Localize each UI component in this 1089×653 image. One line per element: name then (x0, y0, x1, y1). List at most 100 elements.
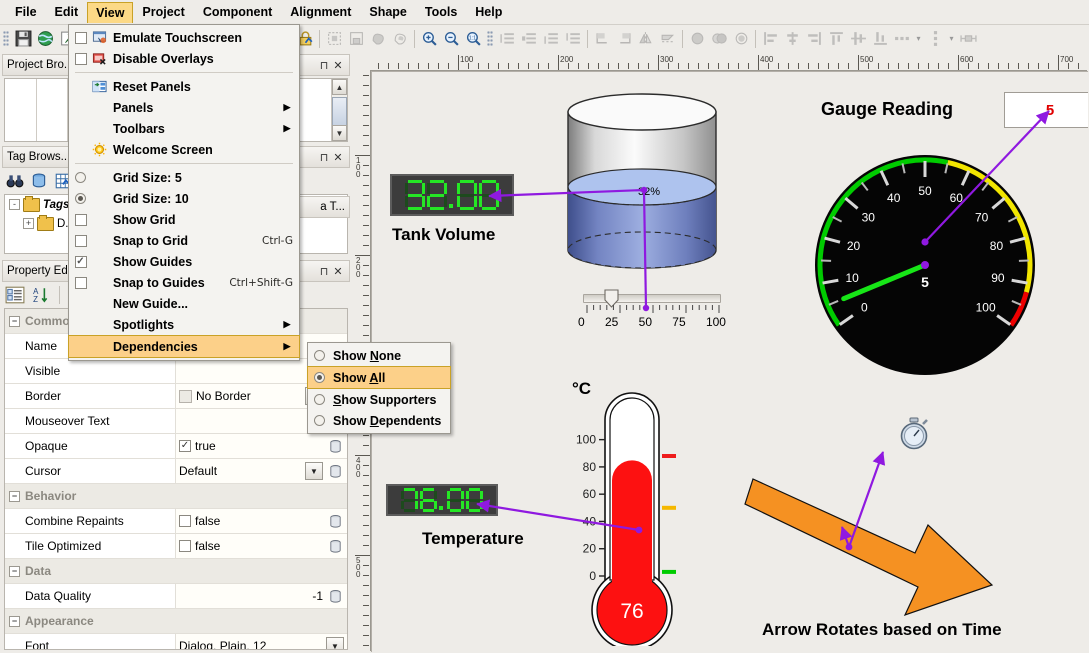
property-row-opaque[interactable]: Opaque ✓ true (5, 434, 347, 459)
menu-item-show-guides[interactable]: ✓ Show Guides (69, 251, 299, 272)
checkbox[interactable] (73, 213, 88, 226)
radio[interactable] (312, 415, 327, 426)
property-row-tile-optimized[interactable]: Tile Optimized false (5, 534, 347, 559)
property-value-cell[interactable]: Default ▼ (175, 459, 347, 483)
expander-icon[interactable]: + (23, 218, 34, 229)
opaque-checkbox[interactable]: ✓ (179, 440, 191, 452)
property-value-cell[interactable]: Dialog, Plain, 12 ▼ (175, 634, 347, 649)
property-value-cell[interactable]: -1 (175, 584, 347, 608)
binoculars-icon[interactable] (4, 170, 26, 192)
radio[interactable] (312, 372, 327, 383)
property-row-combine-repaints[interactable]: Combine Repaints false (5, 509, 347, 534)
menu-help[interactable]: Help (466, 1, 511, 23)
menu-item-spotlights[interactable]: Spotlights ▶ (69, 314, 299, 335)
submenu-item-show-none[interactable]: Show None (308, 345, 450, 366)
rotate-right-icon[interactable] (613, 28, 635, 50)
property-row-cursor[interactable]: Cursor Default ▼ (5, 459, 347, 484)
space-dropdown-icon[interactable]: ▾ (946, 28, 957, 50)
align-right-icon[interactable] (803, 28, 825, 50)
select-all-icon[interactable] (323, 28, 345, 50)
window-canvas[interactable]: 32% 0 25 50 75 100 Tank Volume Gauge Reading… (371, 71, 1088, 652)
zoom-out-icon[interactable] (440, 28, 462, 50)
submenu-item-show-dependents[interactable]: Show Dependents (308, 410, 450, 431)
size-match-icon[interactable] (957, 28, 979, 50)
property-row-data-quality[interactable]: Data Quality -1 (5, 584, 347, 609)
radio[interactable] (73, 172, 88, 183)
menu-shape[interactable]: Shape (360, 1, 416, 23)
horizontal-ruler[interactable]: 100 200 300 400 500 600 700 (370, 54, 1087, 71)
checkbox[interactable]: ✓ (73, 255, 88, 268)
submenu-item-show-supporters[interactable]: Show Supporters (308, 389, 450, 410)
align-center-icon[interactable] (781, 28, 803, 50)
menu-tools[interactable]: Tools (416, 1, 466, 23)
menu-item-new-guide[interactable]: New Guide... (69, 293, 299, 314)
menu-item-show-grid[interactable]: Show Grid (69, 209, 299, 230)
menu-item-snap-to-grid[interactable]: Snap to Grid Ctrl-G (69, 230, 299, 251)
indent-1-icon[interactable] (496, 28, 518, 50)
property-value-cell[interactable]: false (175, 509, 347, 533)
menu-item-grid-size-5[interactable]: Grid Size: 5 (69, 167, 299, 188)
property-group-behavior[interactable]: − Behavior (5, 484, 347, 509)
scroll-thumb[interactable] (332, 97, 347, 127)
align-middle-icon[interactable] (847, 28, 869, 50)
save-icon[interactable] (12, 28, 34, 50)
shape-exclude-icon[interactable] (730, 28, 752, 50)
menu-alignment[interactable]: Alignment (281, 1, 360, 23)
radio[interactable] (73, 193, 88, 204)
collapse-icon[interactable]: − (9, 615, 20, 627)
collapse-icon[interactable]: − (9, 490, 20, 502)
indent-2-icon[interactable] (518, 28, 540, 50)
sort-alphabetical-icon[interactable]: AZ (30, 284, 52, 306)
pin-icon[interactable]: ⊓ (317, 264, 331, 278)
globe-icon[interactable] (34, 28, 56, 50)
distribute-icon[interactable] (891, 28, 913, 50)
tag-provider-icon[interactable] (28, 170, 50, 192)
radio[interactable] (312, 350, 327, 361)
expander-icon[interactable]: - (9, 199, 20, 210)
menu-item-reset-panels[interactable]: Reset Panels (69, 76, 299, 97)
property-row-border[interactable]: Border No Border ▼ (5, 384, 347, 409)
combine-repaints-checkbox[interactable] (179, 515, 191, 527)
property-value-cell[interactable]: ✓ true (175, 434, 347, 458)
zoom-reset-icon[interactable]: 1:1 (462, 28, 484, 50)
align-left-icon[interactable] (759, 28, 781, 50)
menu-project[interactable]: Project (133, 1, 193, 23)
project-browser-scrollbar[interactable]: ▲ ▼ (331, 79, 347, 141)
crop-icon[interactable] (345, 28, 367, 50)
scroll-down-icon[interactable]: ▼ (332, 125, 347, 141)
checkbox[interactable] (73, 31, 88, 44)
view-dropdown-menu[interactable]: Emulate Touchscreen Disable Overlays Res… (68, 24, 300, 361)
property-group-appearance[interactable]: − Appearance (5, 609, 347, 634)
property-row-font[interactable]: Font Dialog, Plain, 12 ▼ (5, 634, 347, 649)
radio[interactable] (312, 394, 327, 405)
menu-item-disable-overlays[interactable]: Disable Overlays (69, 48, 299, 69)
menu-view[interactable]: View (87, 1, 134, 23)
checkbox[interactable] (73, 276, 88, 289)
close-icon[interactable]: ✕ (331, 264, 345, 278)
align-top-icon[interactable] (825, 28, 847, 50)
binding-icon[interactable] (327, 513, 344, 530)
menu-item-snap-to-guides[interactable]: Snap to Guides Ctrl+Shift-G (69, 272, 299, 293)
menu-item-grid-size-10[interactable]: Grid Size: 10 (69, 188, 299, 209)
toolbar-grip-2[interactable] (487, 30, 493, 47)
flip-vertical-icon[interactable] (657, 28, 679, 50)
toolbar-grip[interactable] (3, 30, 9, 47)
shape-subtract-icon[interactable] (389, 28, 411, 50)
rotate-left-icon[interactable] (591, 28, 613, 50)
binding-icon[interactable] (327, 538, 344, 555)
pin-icon[interactable]: ⊓ (317, 58, 331, 72)
binding-icon[interactable] (327, 438, 344, 455)
property-value-cell[interactable]: false (175, 534, 347, 558)
menu-component[interactable]: Component (194, 1, 281, 23)
dependencies-submenu[interactable]: Show None Show All Show Supporters Show … (307, 342, 451, 434)
align-bottom-icon[interactable] (869, 28, 891, 50)
shape-combine-icon[interactable] (686, 28, 708, 50)
space-vertical-icon[interactable] (924, 28, 946, 50)
menu-item-toolbars[interactable]: Toolbars ▶ (69, 118, 299, 139)
property-row-mouseover-text[interactable]: Mouseover Text (5, 409, 347, 434)
group-by-category-icon[interactable] (4, 284, 26, 306)
property-group-data[interactable]: − Data (5, 559, 347, 584)
indent-3-icon[interactable] (540, 28, 562, 50)
indent-4-icon[interactable] (562, 28, 584, 50)
checkbox[interactable] (73, 234, 88, 247)
